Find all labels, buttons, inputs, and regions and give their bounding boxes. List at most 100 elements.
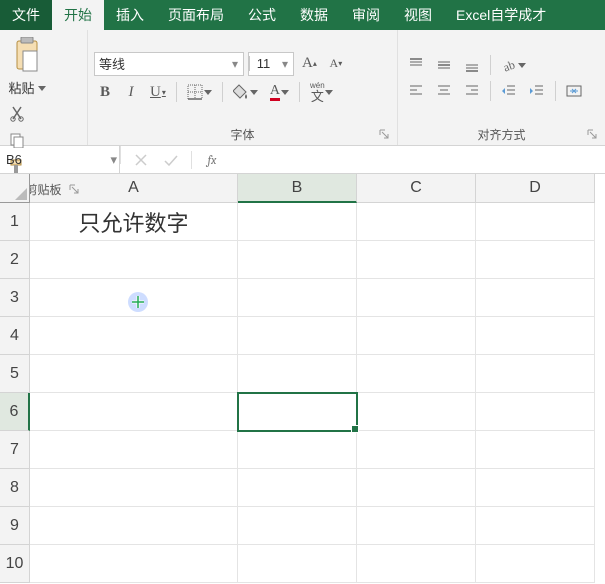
fill-color-button[interactable] [229, 81, 262, 103]
cell[interactable] [357, 203, 476, 241]
row-header[interactable]: 8 [0, 469, 30, 507]
clipboard-icon [10, 34, 44, 76]
cell[interactable] [30, 241, 238, 279]
merge-center-button[interactable] [562, 80, 586, 102]
cell[interactable] [238, 393, 357, 431]
cell[interactable] [357, 393, 476, 431]
cell[interactable] [238, 317, 357, 355]
tab-review[interactable]: 审阅 [340, 0, 392, 30]
cell[interactable] [357, 355, 476, 393]
cell[interactable] [238, 241, 357, 279]
cell[interactable] [476, 317, 595, 355]
tab-file[interactable]: 文件 [0, 0, 52, 30]
orientation-button[interactable]: ab [497, 54, 530, 76]
cell[interactable] [30, 355, 238, 393]
bold-button[interactable]: B [94, 81, 116, 103]
row-header[interactable]: 6 [0, 393, 30, 431]
paste-button[interactable]: 粘贴 [6, 34, 48, 97]
increase-font-button[interactable]: A▴ [298, 53, 321, 75]
cell[interactable] [238, 203, 357, 241]
cell[interactable] [476, 203, 595, 241]
borders-button[interactable] [183, 81, 216, 103]
column-header[interactable]: C [357, 174, 476, 203]
group-clipboard: 粘贴 剪贴板 [0, 30, 88, 145]
tab-view[interactable]: 视图 [392, 0, 444, 30]
underline-button[interactable]: U▾ [146, 81, 170, 103]
italic-button[interactable]: I [120, 81, 142, 103]
cell[interactable] [476, 393, 595, 431]
cell[interactable] [357, 317, 476, 355]
align-middle-button[interactable] [432, 54, 456, 76]
font-size-select[interactable]: 11 ▾ [248, 52, 294, 76]
cell[interactable] [476, 545, 595, 583]
chevron-down-icon: ▾ [110, 152, 117, 168]
cell[interactable] [30, 469, 238, 507]
cell[interactable] [30, 507, 238, 545]
tab-page-layout[interactable]: 页面布局 [156, 0, 236, 30]
cell[interactable] [30, 393, 238, 431]
cell[interactable] [476, 469, 595, 507]
tab-insert[interactable]: 插入 [104, 0, 156, 30]
cell[interactable] [238, 431, 357, 469]
cell[interactable] [238, 545, 357, 583]
cell[interactable] [476, 355, 595, 393]
tab-formulas[interactable]: 公式 [236, 0, 288, 30]
align-center-button[interactable] [432, 80, 456, 102]
cancel-formula-button[interactable] [131, 150, 151, 170]
formula-input[interactable] [232, 146, 605, 173]
align-left-button[interactable] [404, 80, 428, 102]
cell[interactable] [238, 279, 357, 317]
cell[interactable] [357, 545, 476, 583]
font-color-button[interactable]: A [266, 81, 293, 103]
decrease-indent-button[interactable] [497, 80, 521, 102]
row-header[interactable]: 1 [0, 203, 30, 241]
clipboard-dialog-launcher[interactable] [67, 182, 81, 196]
column-header[interactable]: B [238, 174, 357, 203]
cell[interactable] [357, 431, 476, 469]
cut-button[interactable] [6, 103, 28, 125]
cell[interactable] [476, 241, 595, 279]
select-all-corner[interactable] [0, 174, 30, 203]
row-header[interactable]: 5 [0, 355, 30, 393]
increase-indent-button[interactable] [525, 80, 549, 102]
insert-function-button[interactable]: fx [202, 150, 222, 170]
chevron-down-icon: ▾ [227, 57, 243, 71]
cell[interactable] [476, 431, 595, 469]
cell[interactable] [238, 469, 357, 507]
phonetic-guide-button[interactable]: wén 文 [306, 80, 329, 105]
row-header[interactable]: 9 [0, 507, 30, 545]
align-right-button[interactable] [460, 80, 484, 102]
cell[interactable] [357, 279, 476, 317]
cell[interactable] [357, 507, 476, 545]
tab-data[interactable]: 数据 [288, 0, 340, 30]
row-header[interactable]: 10 [0, 545, 30, 583]
font-name-select[interactable]: 等线 ▾ [94, 52, 244, 76]
sheet-grid: ABCD1只允许数字2345678910 [0, 174, 605, 583]
cell[interactable] [238, 507, 357, 545]
cell[interactable] [30, 545, 238, 583]
font-dialog-launcher[interactable] [377, 127, 391, 141]
cell[interactable] [238, 355, 357, 393]
cell[interactable]: 只允许数字 [30, 203, 238, 241]
align-bottom-button[interactable] [460, 54, 484, 76]
row-header[interactable]: 3 [0, 279, 30, 317]
cell[interactable] [357, 241, 476, 279]
row-header[interactable]: 7 [0, 431, 30, 469]
tab-selfstudy[interactable]: Excel自学成才 [444, 0, 558, 30]
cell[interactable] [476, 279, 595, 317]
tab-home[interactable]: 开始 [52, 0, 104, 30]
row-header[interactable]: 2 [0, 241, 30, 279]
cell[interactable] [30, 431, 238, 469]
row-header[interactable]: 4 [0, 317, 30, 355]
group-alignment: ab 对齐方式 [398, 30, 605, 145]
cell[interactable] [476, 507, 595, 545]
svg-text:ab: ab [501, 58, 516, 73]
alignment-dialog-launcher[interactable] [585, 127, 599, 141]
enter-formula-button[interactable] [161, 150, 181, 170]
cell[interactable] [357, 469, 476, 507]
name-box[interactable]: B6 ▾ [0, 146, 120, 173]
decrease-font-button[interactable]: A▾ [325, 53, 347, 75]
column-header[interactable]: D [476, 174, 595, 203]
cell[interactable] [30, 317, 238, 355]
align-top-button[interactable] [404, 54, 428, 76]
